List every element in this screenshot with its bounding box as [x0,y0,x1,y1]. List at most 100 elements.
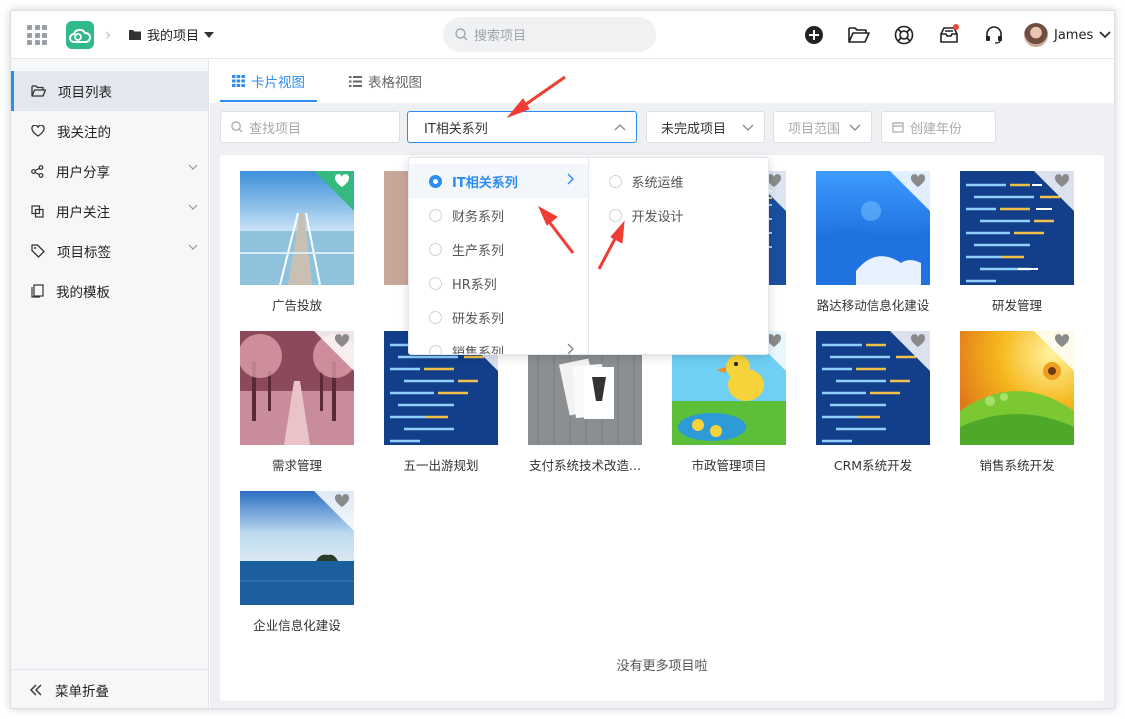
heart-icon[interactable] [334,174,350,188]
project-card-name: 五一出游规划 [403,458,479,473]
project-thumbnail [240,491,354,605]
top-toolbar: James [791,11,1111,59]
caret-down-icon [204,31,215,38]
grid-view-icon [232,75,245,87]
copy-icon [31,204,44,218]
folder-open-icon [31,85,46,97]
radio-icon[interactable] [429,276,442,290]
cascader-option[interactable]: IT相关系列 [409,164,588,198]
project-card[interactable]: 销售系统开发 [960,331,1074,474]
chevron-right-icon [567,173,574,185]
cascader-option[interactable]: 财务系列 [409,198,588,232]
sidebar-item-user-follow[interactable]: 用户关注 [11,191,208,231]
top-search-input[interactable]: 搜索项目 [443,17,656,52]
category-select[interactable]: IT相关系列 [407,111,637,143]
scope-select[interactable]: 项目范围 [773,111,872,143]
heart-icon[interactable] [1054,334,1070,348]
project-thumbnail [960,331,1074,445]
help-button[interactable] [881,25,926,45]
project-thumbnail [960,171,1074,285]
project-card-name: 企业信息化建设 [253,618,341,633]
add-button[interactable] [791,25,836,45]
folder-icon [129,29,141,40]
heart-icon[interactable] [910,334,926,348]
cascader-option[interactable]: 销售系列 [409,334,588,354]
cascader-option-label: 开发设计 [631,209,684,225]
lifebuoy-icon [894,25,913,45]
support-button[interactable] [971,25,1016,45]
menu-collapse-label: 菜单折叠 [55,683,109,700]
chevron-up-icon [614,124,626,131]
sidebar-item-label: 用户分享 [56,165,110,181]
notification-dot [953,24,959,30]
sidebar-item-user-share[interactable]: 用户分享 [11,151,208,191]
project-thumbnail [816,171,930,285]
menu-collapse-button[interactable]: 菜单折叠 [11,669,209,708]
chevron-down-icon [188,244,198,250]
chevron-right-icon [567,343,574,354]
project-search-input[interactable]: 查找项目 [220,111,400,143]
heart-icon[interactable] [334,334,350,348]
project-card-name: 研发管理 [991,298,1042,313]
project-thumbnail [240,331,354,445]
tab-table-view[interactable]: 表格视图 [327,59,444,103]
project-card[interactable]: 需求管理 [240,331,354,474]
project-card[interactable]: 研发管理 [960,171,1074,314]
sidebar-item-my-templates[interactable]: 我的模板 [11,271,208,311]
cascader-option[interactable]: 系统运维 [589,164,769,198]
radio-selected-icon[interactable] [429,174,442,188]
project-thumbnail [816,331,930,445]
cloud-logo-icon[interactable] [66,21,94,49]
sidebar-item-label: 我关注的 [57,125,111,141]
double-chevron-left-icon [30,684,42,695]
chevron-down-icon [1099,31,1111,39]
sidebar-item-label: 项目列表 [58,85,112,101]
cascader-option[interactable]: 开发设计 [589,198,769,232]
radio-icon[interactable] [429,344,442,354]
radio-icon[interactable] [608,208,622,222]
sidebar-item-my-follows[interactable]: 我关注的 [11,111,208,151]
radio-icon[interactable] [429,242,442,256]
cascader-option-label: HR系列 [452,277,497,293]
heart-icon[interactable] [910,174,926,188]
cascader-option[interactable]: 生产系列 [409,232,588,266]
open-folder-button[interactable] [836,26,881,44]
chevron-down-icon [742,124,754,131]
cascader-option-label: 销售系列 [452,345,505,355]
search-icon [231,121,243,133]
cascader-option[interactable]: 研发系列 [409,300,588,334]
heart-icon[interactable] [334,494,350,508]
user-name: James [1054,27,1094,43]
radio-icon[interactable] [429,310,442,324]
project-card-name: 广告投放 [271,298,322,313]
cascader-option-label: 系统运维 [631,175,684,191]
heart-icon[interactable] [1054,174,1070,188]
chevron-right-icon: › [105,25,112,44]
sidebar-item-project-list[interactable]: 项目列表 [11,71,208,111]
apps-grid-icon[interactable] [27,25,47,45]
radio-icon[interactable] [429,208,442,222]
calendar-icon [892,122,904,133]
project-card[interactable]: CRM系统开发 [816,331,930,474]
cascader-option-label: 财务系列 [452,209,505,225]
cascader-option[interactable]: HR系列 [409,266,588,300]
project-menu[interactable]: 我的项目 [128,25,215,44]
sidebar-item-project-tags[interactable]: 项目标签 [11,231,208,271]
year-picker-placeholder: 创建年份 [910,121,963,137]
project-card[interactable]: 广告投放 [240,171,354,314]
inbox-button[interactable] [926,24,971,44]
project-search-placeholder: 查找项目 [249,121,302,137]
plus-circle-icon [804,26,823,44]
tab-card-view[interactable]: 卡片视图 [210,59,327,103]
search-icon [455,28,468,41]
status-select[interactable]: 未完成项目 [646,111,765,143]
radio-icon[interactable] [608,174,622,188]
user-menu[interactable]: James [1024,23,1111,47]
tab-table-view-label: 表格视图 [368,75,422,91]
no-more-projects-text: 没有更多项目啦 [616,659,708,674]
sidebar: 项目列表 我关注的 用户分享 用户关注 项目标签 我的模板 菜单折叠 [11,59,209,708]
chevron-down-icon [188,164,198,170]
project-card[interactable]: 路达移动信息化建设 [816,171,930,314]
year-picker[interactable]: 创建年份 [881,111,996,143]
project-card[interactable]: 企业信息化建设 [240,491,354,634]
